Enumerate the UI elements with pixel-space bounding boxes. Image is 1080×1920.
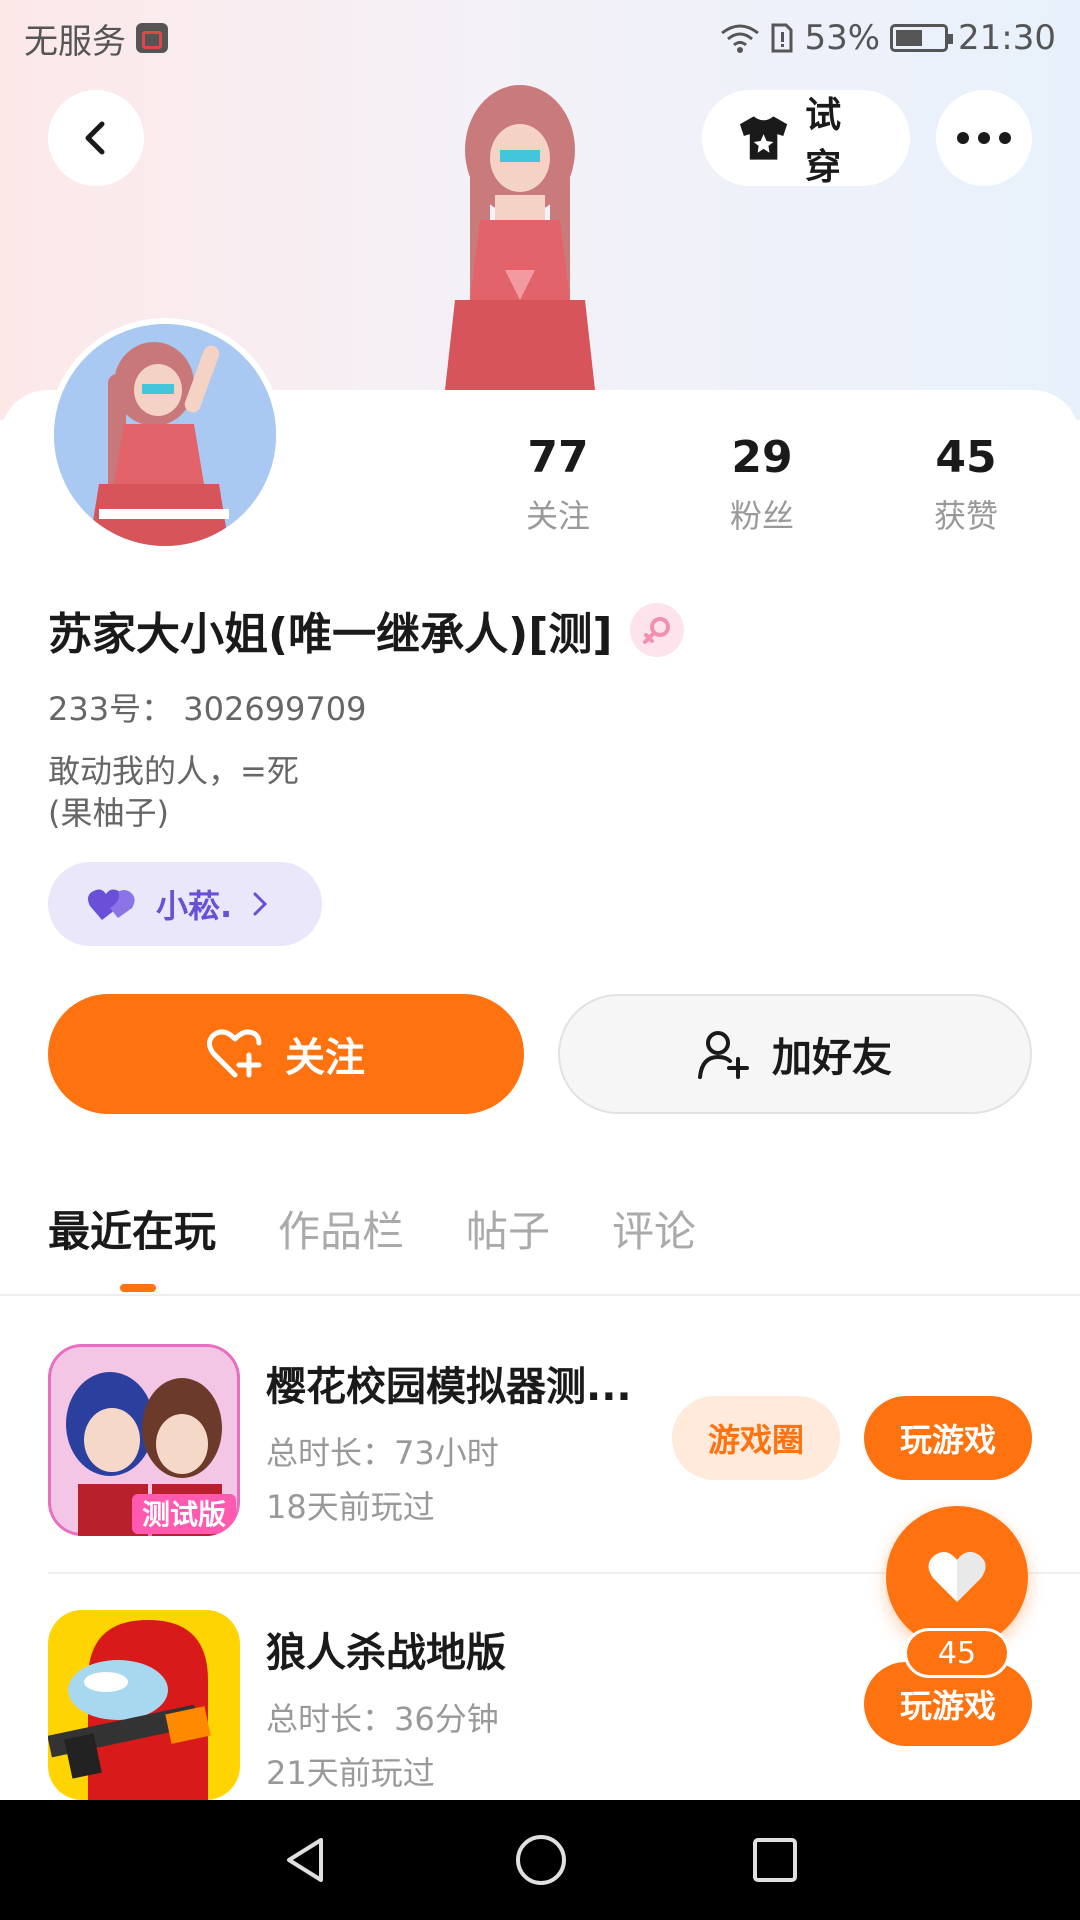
like-fab-button[interactable] [886, 1506, 1028, 1648]
stat-likes-count: 45 [935, 432, 997, 483]
character-figure-image [445, 85, 595, 390]
tshirt-icon [739, 116, 788, 160]
game-duration: 总时长：73小时 [266, 1434, 499, 1472]
nav-recents-icon[interactable] [751, 1836, 799, 1884]
play-game-button[interactable]: 玩游戏 [864, 1396, 1032, 1480]
back-button[interactable] [48, 90, 144, 186]
tab-recently-played[interactable]: 最近在玩 [48, 1198, 216, 1259]
game-title: 狼人杀战地版 [266, 1630, 506, 1676]
try-on-button[interactable]: 试穿 [702, 90, 910, 188]
follow-label: 关注 [285, 1035, 365, 1081]
sakura-school-icon-image: 测试版 [48, 1344, 240, 1536]
heart-plus-icon [207, 1029, 262, 1078]
screen-record-icon [136, 23, 168, 53]
battery-percent: 53% [804, 18, 881, 58]
game-icon-sakura[interactable]: 测试版 [48, 1344, 240, 1536]
stat-fans[interactable]: 29 粉丝 [682, 432, 842, 537]
game-duration: 总时长：36分钟 [266, 1700, 499, 1738]
sim-alert-icon [771, 23, 793, 53]
game-last-played: 21天前玩过 [266, 1754, 435, 1792]
game-title: 樱花校园模拟器测... [266, 1364, 632, 1410]
tab-works[interactable]: 作品栏 [278, 1198, 404, 1259]
nav-back-icon[interactable] [281, 1835, 331, 1885]
female-badge [630, 603, 685, 657]
follow-button[interactable]: 关注 [48, 994, 524, 1114]
clock-time: 21:30 [958, 18, 1056, 58]
game-circle-button[interactable]: 游戏圈 [672, 1396, 840, 1480]
add-user-icon [698, 1031, 749, 1079]
user-id: 233号： 302699709 [48, 690, 367, 728]
chevron-right-icon [253, 892, 268, 916]
bio: 敢动我的人，=死 (果柚子) [48, 750, 299, 834]
stat-likes[interactable]: 45 获赞 [886, 432, 1046, 537]
cp-name: 小菘. [156, 887, 233, 925]
active-tab-indicator [120, 1284, 156, 1292]
avatar[interactable] [48, 318, 282, 552]
werewolf-game-icon-image [48, 1610, 240, 1800]
bio-line-2: (果柚子) [48, 794, 169, 832]
status-right: 53% 21:30 [720, 18, 1056, 58]
add-friend-button[interactable]: 加好友 [558, 994, 1032, 1114]
game-list-item[interactable]: 狼人杀战地版 总时长：36分钟 21天前玩过 玩游戏 [48, 1610, 1032, 1810]
double-heart-icon [88, 889, 135, 920]
game-icon-werewolf[interactable] [48, 1610, 240, 1800]
game-list-item[interactable]: 测试版 樱花校园模拟器测... 总时长：73小时 18天前玩过 游戏圈 玩游戏 [48, 1344, 1032, 1544]
profile-tabs: 最近在玩 作品栏 帖子 评论 [48, 1198, 696, 1259]
profile-name: 苏家大小姐(唯一继承人)[测] [48, 609, 613, 660]
status-left: 无服务 [24, 14, 168, 63]
stat-fans-label: 粉丝 [729, 497, 794, 535]
stat-likes-label: 获赞 [933, 497, 998, 535]
game-last-played: 18天前玩过 [266, 1488, 435, 1526]
battery-icon [890, 24, 954, 52]
nav-home-icon[interactable] [514, 1833, 568, 1887]
more-button[interactable] [936, 90, 1032, 186]
status-bar: 无服务 53% 21:30 [0, 0, 1080, 76]
name-row: 苏家大小姐(唯一继承人)[测] [48, 598, 685, 662]
stat-following-label: 关注 [525, 497, 590, 535]
female-icon [643, 617, 671, 644]
like-count-badge: 45 [904, 1628, 1010, 1678]
cp-relation-chip[interactable]: 小菘. [48, 862, 322, 946]
more-dots-icon [957, 132, 1011, 144]
chevron-left-icon [85, 121, 105, 155]
avatar-character-image [54, 324, 276, 546]
tabs-divider [0, 1294, 1080, 1296]
heart-icon [928, 1551, 986, 1602]
try-on-label: 试穿 [805, 95, 842, 188]
system-nav-bar [0, 1800, 1080, 1920]
add-friend-label: 加好友 [772, 1035, 892, 1081]
tab-posts[interactable]: 帖子 [466, 1198, 550, 1259]
game-icon-badge: 测试版 [142, 1498, 226, 1531]
tab-comments[interactable]: 评论 [612, 1198, 696, 1259]
carrier-text: 无服务 [24, 21, 126, 62]
stat-fans-count: 29 [731, 432, 793, 483]
wifi-icon [721, 24, 760, 53]
stat-following-count: 77 [527, 432, 589, 483]
bio-line-1: 敢动我的人，=死 [48, 752, 299, 790]
stat-following[interactable]: 77 关注 [478, 432, 638, 537]
